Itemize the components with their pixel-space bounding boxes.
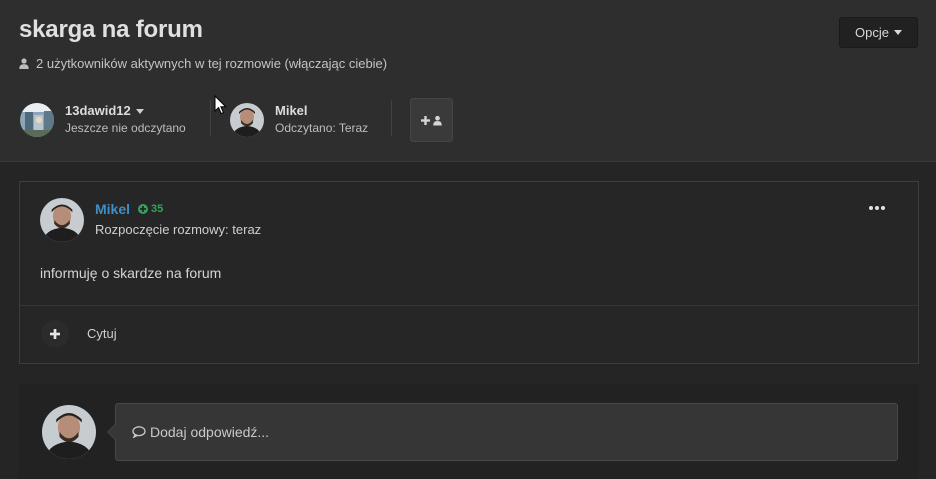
user-icon	[19, 58, 29, 69]
plus-icon	[421, 115, 430, 125]
participant-13dawid12[interactable]: 13dawid12 Jeszcze nie odczytano	[20, 100, 186, 140]
reputation-badge: 35	[138, 203, 163, 215]
plus-circle-icon	[138, 204, 149, 214]
author-line: Mikel 35	[95, 201, 163, 217]
participant-name: Mikel	[275, 103, 308, 118]
mouse-cursor-icon	[214, 95, 227, 115]
active-users-line: 2 użytkowników aktywnych w tej rozmowie …	[19, 56, 387, 71]
multiquote-button[interactable]	[41, 320, 69, 348]
avatar	[230, 103, 264, 137]
divider	[391, 100, 392, 136]
author-avatar[interactable]	[40, 198, 84, 242]
add-participant-button[interactable]	[410, 98, 453, 142]
post-date: Rozpoczęcie rozmowy: teraz	[95, 222, 262, 237]
post-content: informuję o skardze na forum	[40, 265, 222, 281]
plus-icon	[50, 329, 60, 339]
more-options-icon[interactable]	[869, 203, 885, 213]
conversation-header: skarga na forum 2 użytkowników aktywnych…	[0, 0, 936, 162]
reply-section: Dodaj odpowiedź...	[19, 384, 919, 479]
page-title: skarga na forum	[19, 16, 203, 43]
options-button[interactable]: Opcje	[839, 17, 918, 48]
options-label: Opcje	[855, 25, 889, 40]
reply-input[interactable]: Dodaj odpowiedź...	[107, 403, 898, 461]
participant-mikel[interactable]: Mikel Odczytano: Teraz	[230, 100, 368, 140]
active-users-text: 2 użytkowników aktywnych w tej rozmowie …	[36, 56, 388, 71]
message-post: Mikel 35 Rozpoczęcie rozmowy: teraz info…	[19, 181, 919, 364]
post-footer: Cytuj	[20, 305, 918, 363]
participant-name: 13dawid12	[65, 103, 131, 118]
participant-status: Jeszcze nie odczytano	[65, 121, 186, 135]
current-user-avatar	[42, 405, 96, 459]
avatar	[20, 103, 54, 137]
reply-placeholder: Dodaj odpowiedź...	[150, 424, 270, 440]
author-name-link[interactable]: Mikel	[95, 201, 130, 217]
comment-icon	[132, 426, 146, 438]
caret-down-icon[interactable]	[135, 108, 144, 114]
quote-button[interactable]: Cytuj	[87, 326, 117, 341]
reputation-value: 35	[151, 203, 164, 215]
participant-status: Odczytano: Teraz	[275, 121, 369, 135]
user-icon	[433, 115, 442, 125]
divider	[210, 100, 211, 136]
caret-down-icon	[893, 30, 902, 35]
